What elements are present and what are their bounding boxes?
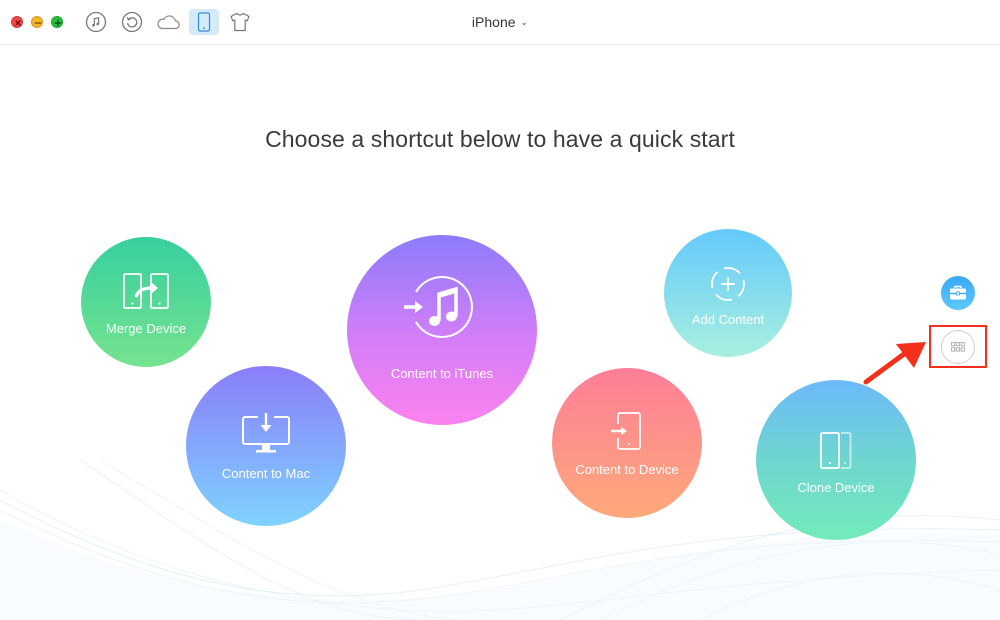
toolbar-extras-button[interactable] — [225, 9, 255, 35]
chevron-down-icon: ⌄ — [520, 17, 529, 27]
toolbox-icon — [950, 285, 966, 300]
cloud-icon — [157, 15, 180, 30]
toolbar-itunes-library-button[interactable] — [81, 9, 111, 35]
window-close-button[interactable] — [11, 16, 23, 28]
grid-icon — [951, 342, 965, 352]
more-tools-button[interactable] — [941, 330, 975, 364]
shortcut-label: Content to iTunes — [390, 366, 494, 381]
itunes-transfer-icon — [404, 276, 473, 338]
window-minimize-button[interactable] — [31, 16, 43, 28]
shortcut-clone-device[interactable]: Clone Device — [756, 380, 916, 540]
music-note-icon — [85, 11, 107, 33]
tshirt-icon — [230, 12, 250, 32]
toolbar-backup-restore-button[interactable] — [117, 9, 147, 35]
shortcut-merge-device[interactable]: Merge Device — [81, 237, 211, 367]
shortcut-label: Merge Device — [105, 321, 187, 336]
shortcut-content-to-mac[interactable]: Content to Mac — [186, 366, 346, 526]
toolbar-device-button[interactable] — [189, 9, 219, 35]
title-bar: iPhone ⌄ — [0, 0, 1000, 45]
restore-icon — [121, 11, 143, 33]
device-import-icon — [611, 412, 641, 450]
shortcut-add-content[interactable]: Add Content — [664, 229, 792, 357]
device-name: iPhone — [471, 14, 516, 30]
shortcut-content-to-itunes[interactable]: Content to iTunes — [347, 235, 537, 425]
shortcut-label: Clone Device — [797, 480, 875, 495]
shortcut-label: Content to Mac — [221, 466, 311, 481]
window-maximize-button[interactable] — [51, 16, 63, 28]
device-selector[interactable]: iPhone ⌄ — [460, 12, 540, 32]
merge-device-icon — [123, 273, 169, 309]
shortcut-label: Content to Device — [575, 462, 679, 477]
clone-device-icon — [820, 432, 852, 469]
add-circle-icon — [711, 267, 745, 301]
shortcut-label: Add Content — [691, 312, 765, 327]
shortcut-content-to-device[interactable]: Content to Device — [552, 368, 702, 518]
monitor-download-icon — [242, 413, 290, 453]
annotation-arrow-icon — [863, 342, 926, 385]
phone-icon — [197, 12, 211, 32]
toolkit-button[interactable] — [941, 276, 975, 310]
page-headline: Choose a shortcut below to have a quick … — [265, 126, 735, 152]
toolbar-icloud-button[interactable] — [153, 9, 183, 35]
